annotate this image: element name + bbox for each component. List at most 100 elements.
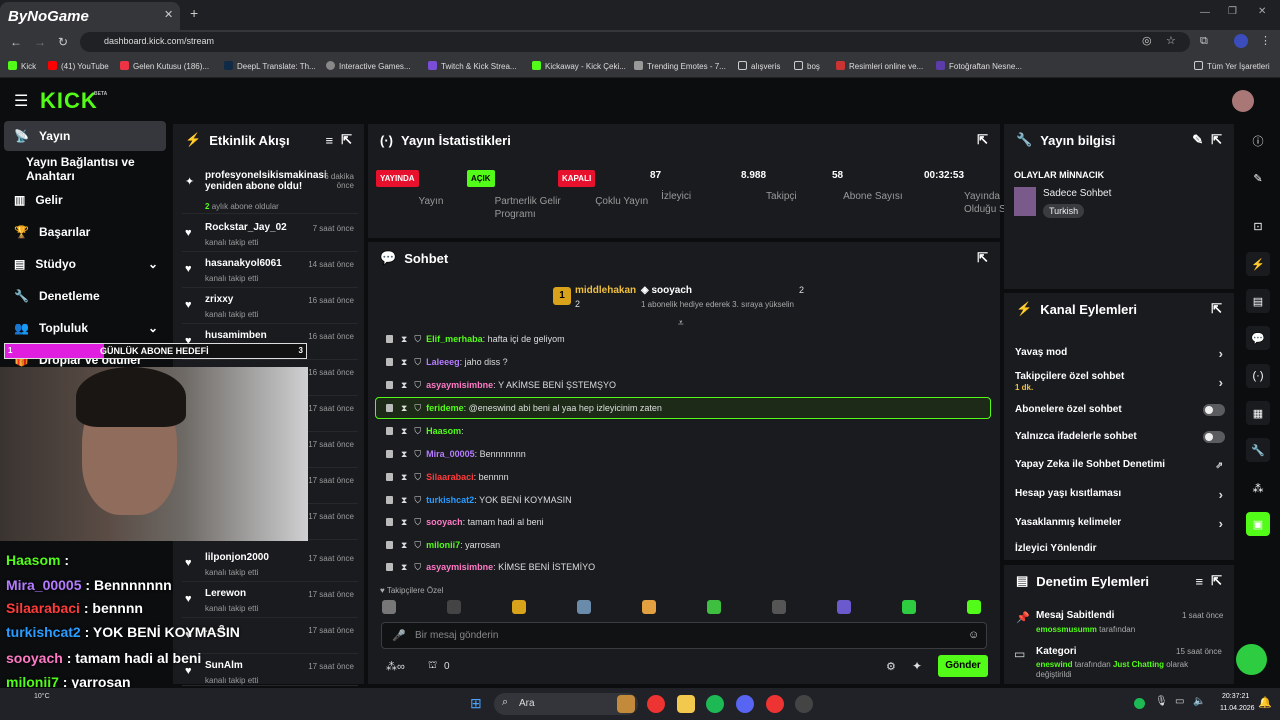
info-icon[interactable]: ⓘ — [1246, 129, 1270, 153]
spotify-icon[interactable] — [706, 695, 724, 713]
timeout-icon[interactable]: ⧗ — [401, 357, 407, 368]
emote-icon[interactable] — [642, 600, 656, 614]
timeout-icon[interactable]: ⧗ — [401, 380, 407, 391]
filter-icon[interactable]: ≡ — [326, 133, 334, 148]
chat-message[interactable]: ⧗ ⛉ sooyach: tamam hadi al beni — [386, 514, 544, 530]
emote-icon[interactable] — [577, 600, 591, 614]
chat-username[interactable]: asyaymisimbne — [426, 562, 493, 572]
delete-icon[interactable] — [386, 518, 393, 526]
chat-username[interactable]: Mira_00005 — [426, 449, 475, 459]
delete-icon[interactable] — [386, 335, 393, 343]
action-followers-only[interactable]: Takipçilere özel sohbet 1 dk. › — [1015, 371, 1225, 393]
settings-icon[interactable]: ⚙ — [886, 660, 896, 673]
delete-icon[interactable] — [386, 404, 393, 412]
chat-username[interactable]: asyaymisimbne — [426, 380, 493, 390]
kick-logo[interactable]: KICK — [40, 88, 98, 114]
action-banned-words[interactable]: Yasaklanmış kelimeler › — [1015, 516, 1225, 531]
filter-icon[interactable]: ≡ — [1196, 574, 1204, 589]
chat-message[interactable]: ⧗ ⛉ Silaarabaci: bennnn — [386, 469, 509, 485]
game-icon[interactable]: ▣ — [1246, 512, 1270, 536]
popout-icon[interactable]: ⇱ — [977, 132, 988, 148]
action-emotes-only[interactable]: Yalnızca ifadelerle sohbet — [1015, 431, 1225, 443]
chat-username[interactable]: ferideme — [426, 403, 464, 413]
notification-icon[interactable]: 🔔 — [1258, 696, 1272, 709]
windows-icon[interactable]: ⊞ — [470, 695, 482, 712]
delete-icon[interactable] — [386, 381, 393, 389]
action-subscribers-only[interactable]: Abonelere özel sohbet — [1015, 404, 1225, 416]
broadcast-icon[interactable]: (·) — [1246, 364, 1270, 388]
chat-message[interactable]: ⧗ ⛉ asyaymisimbne: Y AKİMSE BENİ ŞSTEMŞYO — [386, 377, 616, 393]
delete-icon[interactable] — [386, 450, 393, 458]
action-slow-mode[interactable]: Yavaş mod › — [1015, 346, 1225, 361]
extensions-icon[interactable]: ⧉ — [1200, 35, 1208, 48]
bookmark[interactable]: Kickaway - Kick Çeki... — [532, 61, 626, 71]
popout-icon[interactable]: ⇱ — [1211, 301, 1222, 317]
popout-icon[interactable]: ⇱ — [1211, 573, 1222, 589]
timeout-icon[interactable]: ⧗ — [401, 517, 407, 528]
chat-username[interactable]: milonii7 — [426, 540, 460, 550]
new-tab-icon[interactable]: + — [190, 5, 198, 21]
emoji-icon[interactable]: ☺ — [968, 629, 979, 641]
tag-pill[interactable]: Turkish — [1043, 204, 1085, 218]
sidebar-item-denetleme[interactable]: 🔧 Denetleme — [4, 281, 166, 311]
edit-icon[interactable]: ✎ — [1246, 166, 1270, 190]
bookmark[interactable]: Kick — [8, 61, 36, 71]
close-tab-icon[interactable]: ✕ — [164, 8, 173, 21]
emote-icon[interactable] — [382, 600, 396, 614]
chat-username[interactable]: Laleeeg — [426, 357, 460, 367]
timeout-icon[interactable]: ⧗ — [401, 403, 407, 414]
bookmark[interactable]: Twitch & Kick Strea... — [428, 61, 517, 71]
chat-input[interactable]: 🎤 Bir mesaj gönderin ☺ — [381, 622, 987, 649]
chat-message[interactable]: ⧗ ⛉ Haasom: — [386, 423, 466, 439]
chat-message[interactable]: ⧗ ⛉ Elif_merhaba: hafta içi de geliyom — [386, 331, 565, 347]
emote-icon[interactable] — [967, 600, 981, 614]
archive-icon[interactable]: ▦ — [1246, 401, 1270, 425]
hamburger-icon[interactable]: ☰ — [14, 91, 28, 111]
chat-message[interactable]: ⧗ ⛉ Laleeeg: jaho diss ? — [386, 354, 508, 370]
taskbar-app-icon[interactable] — [617, 695, 635, 713]
sidebar-item-stream-key[interactable]: Yayın Bağlantısı ve Anahtarı — [4, 154, 174, 184]
action-account-age[interactable]: Hesap yaşı kısıtlaması › — [1015, 487, 1225, 502]
mic-icon[interactable]: 🎤 — [392, 629, 406, 642]
volume-icon[interactable]: 🔈 — [1193, 696, 1205, 707]
document-icon[interactable]: ▤ — [1246, 289, 1270, 313]
chat-username[interactable]: Elif_merhaba — [426, 334, 483, 344]
category-name[interactable]: Sadece Sohbet — [1043, 188, 1111, 199]
bookmark[interactable]: DeepL Translate: Th... — [224, 61, 316, 71]
forward-icon[interactable]: → — [34, 35, 46, 49]
action-ai-moderation[interactable]: Yapay Zeka ile Sohbet Denetimi ⇗ — [1015, 459, 1225, 470]
chat-message[interactable]: ⧗ ⛉ asyaymisimbne: KİMSE BENİ İSTEMİYO — [386, 559, 595, 575]
emote-icon[interactable] — [772, 600, 786, 614]
capture-icon[interactable]: ⊡ — [1246, 214, 1270, 238]
sidebar-item-gelir[interactable]: ▥ Gelir — [4, 185, 166, 215]
sidebar-item-yayin[interactable]: 📡 Yayın — [4, 121, 166, 151]
delete-icon[interactable] — [386, 541, 393, 549]
sidebar-item-studyo[interactable]: ▤ Stüdyo ⌄ — [4, 249, 166, 279]
toggle[interactable] — [1203, 431, 1225, 443]
timeout-icon[interactable]: ⧗ — [401, 472, 407, 483]
emote-icon[interactable] — [512, 600, 526, 614]
timeout-icon[interactable]: ⧗ — [401, 449, 407, 460]
emote-icon[interactable] — [707, 600, 721, 614]
mod-tools-icon[interactable]: ✦ — [912, 659, 922, 673]
delete-icon[interactable] — [386, 473, 393, 481]
chat-message[interactable]: ⧗ ⛉ ferideme: @eneswind abi beni al yaa h… — [386, 400, 662, 416]
bookmark[interactable]: Gelen Kutusu (186)... — [120, 61, 209, 71]
delete-icon[interactable] — [386, 496, 393, 504]
reload-icon[interactable]: ↻ — [58, 35, 68, 49]
bookmark[interactable]: Resimleri online ve... — [836, 61, 923, 71]
send-button[interactable]: Gönder — [938, 655, 988, 677]
discord-icon[interactable] — [736, 695, 754, 713]
restore-icon[interactable]: ❐ — [1228, 6, 1237, 17]
popout-icon[interactable]: ⇱ — [1211, 132, 1222, 148]
bookmark[interactable]: Fotoğraftan Nesne... — [936, 61, 1022, 71]
star-icon[interactable]: ☆ — [1166, 34, 1176, 47]
sidebar-item-topluluk[interactable]: 👥 Topluluk ⌄ — [4, 313, 166, 343]
timeout-icon[interactable]: ⧗ — [401, 426, 407, 437]
wrench-icon[interactable]: 🔧 — [1246, 438, 1270, 462]
chat-username[interactable]: turkishcat2 — [426, 495, 474, 505]
emote-icon[interactable] — [447, 600, 461, 614]
popout-icon[interactable]: ⇱ — [977, 250, 988, 266]
sidebar-item-basarilar[interactable]: 🏆 Başarılar — [4, 217, 166, 247]
back-icon[interactable]: ← — [10, 35, 22, 49]
